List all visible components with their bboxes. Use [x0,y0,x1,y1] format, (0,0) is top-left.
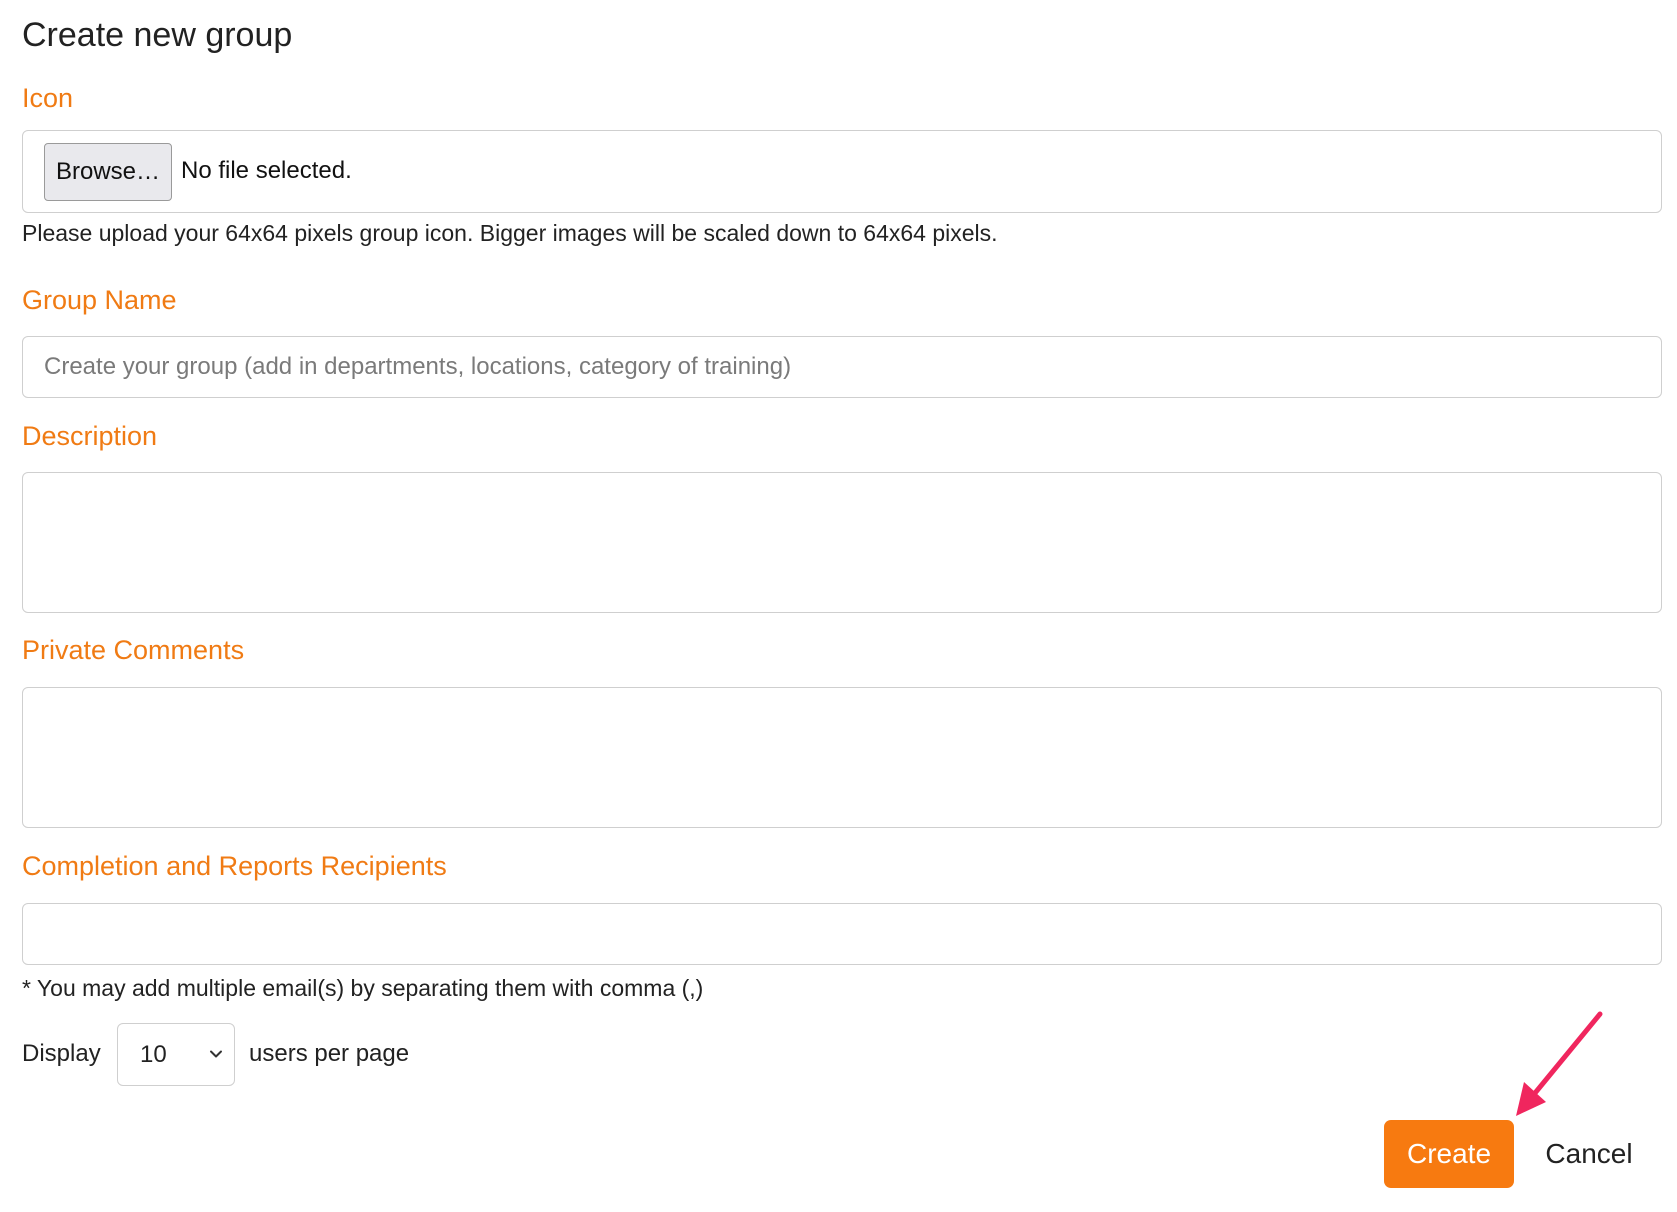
display-label: Display [22,1040,101,1067]
annotation-arrow-icon [1516,1011,1603,1116]
recipients-help-text: * You may add multiple email(s) by separ… [22,975,704,1001]
pagination-row: Display 10 users per page [22,1023,622,1086]
recipients-label: Completion and Reports Recipients [22,851,447,881]
browse-button[interactable]: Browse… [44,143,172,201]
icon-field-label: Icon [22,83,74,113]
icon-file-input[interactable]: Browse… No file selected. [22,130,1662,213]
description-label: Description [22,421,158,451]
page-title: Create new group [22,16,293,54]
group-name-label: Group Name [22,285,177,315]
file-status-text: No file selected. [181,157,352,184]
icon-help-text: Please upload your 64x64 pixels group ic… [22,220,998,246]
group-name-input[interactable] [22,336,1662,398]
chevron-down-icon [210,1050,222,1058]
create-button[interactable]: Create [1384,1120,1514,1188]
private-comments-textarea[interactable] [22,687,1662,828]
per-page-selected-value: 10 [140,1041,167,1068]
description-textarea[interactable] [22,472,1662,613]
per-page-select[interactable]: 10 [117,1023,235,1086]
cancel-button[interactable]: Cancel [1534,1120,1644,1188]
recipients-input[interactable] [22,903,1662,965]
users-per-page-label: users per page [249,1040,410,1067]
private-comments-label: Private Comments [22,635,245,665]
